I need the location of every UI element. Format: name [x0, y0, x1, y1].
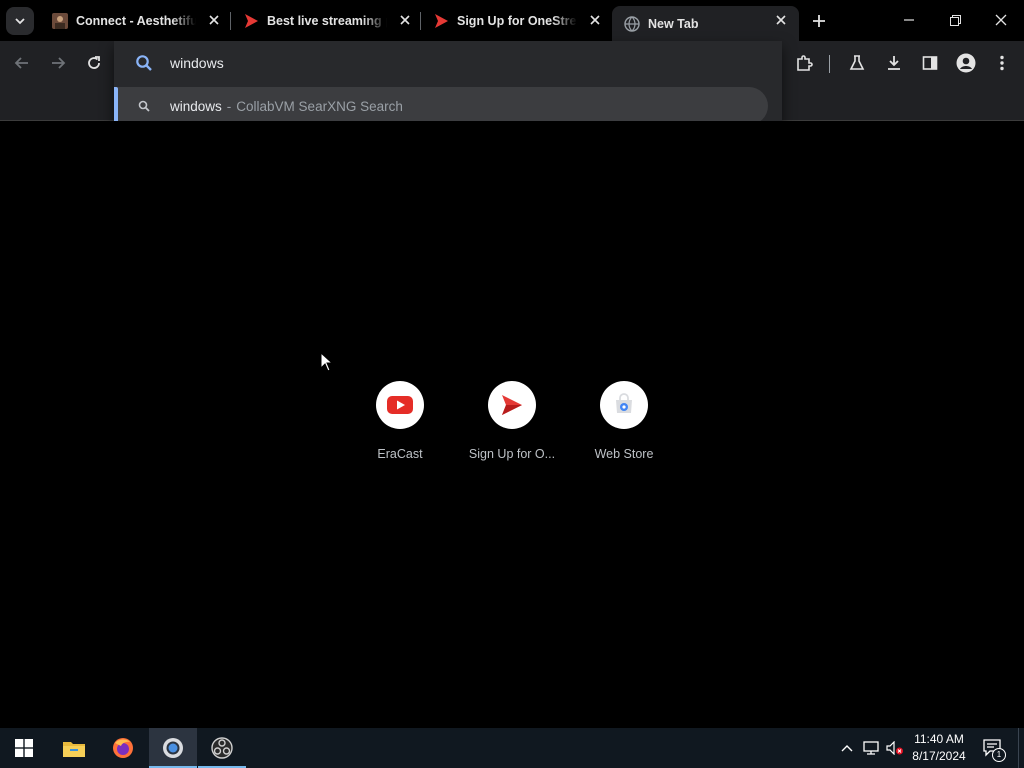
- restore-button[interactable]: [932, 0, 978, 40]
- volume-muted-icon: [886, 741, 903, 755]
- new-tab-page: EraCast Sign Up for O... Web Store: [0, 121, 1024, 728]
- shortcut-label: Web Store: [594, 447, 654, 461]
- volume-button[interactable]: [884, 728, 906, 768]
- omnibox-input[interactable]: [170, 55, 730, 71]
- back-button[interactable]: [8, 49, 36, 77]
- search-icon: [136, 98, 152, 114]
- show-hidden-icons-button[interactable]: [836, 728, 858, 768]
- chevron-down-icon: [15, 18, 25, 25]
- puzzle-piece-icon: [797, 55, 813, 71]
- tab-title: New Tab: [648, 16, 699, 31]
- selection-indicator: [114, 87, 118, 125]
- shortcut-label: EraCast: [377, 447, 423, 461]
- minimize-icon: [904, 19, 914, 21]
- tab-sign-up-onestream[interactable]: Sign Up for OneStream: [421, 0, 613, 41]
- profile-button[interactable]: [952, 49, 980, 77]
- close-icon: [995, 14, 1007, 26]
- chrome-icon: [163, 738, 183, 758]
- network-icon: [863, 741, 879, 755]
- profile-avatar-icon: [956, 53, 976, 73]
- toolbar-divider: [829, 55, 830, 73]
- clock-time: 11:40 AM: [914, 732, 964, 746]
- youtube-icon: [387, 396, 413, 414]
- forward-arrow-icon: [52, 57, 66, 69]
- side-panel-button[interactable]: [916, 49, 944, 77]
- suggestion-query: windows: [170, 98, 222, 114]
- close-tab-icon[interactable]: [587, 12, 603, 28]
- more-vertical-icon: [1000, 55, 1004, 71]
- menu-button[interactable]: [988, 49, 1016, 77]
- plus-icon: [813, 15, 825, 27]
- close-tab-icon[interactable]: [397, 12, 413, 28]
- network-button[interactable]: [860, 728, 882, 768]
- taskbar-clock[interactable]: 11:40 AM 8/17/2024: [906, 731, 972, 765]
- clock-date: 8/17/2024: [912, 749, 966, 763]
- side-panel-icon: [922, 56, 938, 70]
- action-center-button[interactable]: 1: [980, 728, 1006, 768]
- labs-button[interactable]: [843, 49, 871, 77]
- red-play-favicon-icon: [433, 13, 449, 29]
- file-explorer-button[interactable]: [50, 728, 98, 768]
- back-arrow-icon: [14, 57, 28, 69]
- mouse-cursor-icon: [320, 352, 334, 372]
- restore-icon: [949, 14, 961, 26]
- download-icon: [888, 56, 900, 70]
- obs-button[interactable]: [198, 728, 246, 768]
- tab-search-button[interactable]: [6, 7, 34, 35]
- flask-icon: [849, 55, 865, 70]
- tab-title: Best live streaming pl: [267, 13, 387, 28]
- close-tab-icon[interactable]: [206, 12, 222, 28]
- shortcut-web-store[interactable]: Web Store: [574, 381, 674, 461]
- search-icon: [134, 53, 154, 73]
- start-icon: [15, 739, 33, 757]
- tab-title: Sign Up for OneStream: [457, 13, 577, 28]
- tab-new-tab[interactable]: New Tab: [612, 6, 799, 41]
- firefox-button[interactable]: [99, 728, 147, 768]
- show-desktop-button[interactable]: [1018, 728, 1024, 768]
- globe-favicon-icon: [624, 15, 640, 32]
- avatar-favicon-icon: [52, 12, 68, 29]
- web-store-icon: [616, 393, 632, 413]
- downloads-button[interactable]: [880, 49, 908, 77]
- shortcut-icon-circle: [376, 381, 424, 429]
- taskbar: 11:40 AM 8/17/2024 1: [0, 728, 1024, 768]
- suggestion-engine: CollabVM SearXNG Search: [236, 98, 403, 114]
- tab-connect[interactable]: Connect - Aesthetiful: [40, 0, 232, 41]
- obs-icon: [211, 737, 233, 759]
- shortcut-eracast[interactable]: EraCast: [350, 381, 450, 461]
- firefox-icon: [113, 738, 133, 758]
- new-tab-button[interactable]: [806, 8, 832, 34]
- chrome-button[interactable]: [149, 728, 197, 768]
- forward-button[interactable]: [44, 49, 72, 77]
- reload-icon: [88, 56, 100, 69]
- start-button[interactable]: [0, 728, 48, 768]
- extensions-button[interactable]: [790, 49, 818, 77]
- shortcut-label: Sign Up for O...: [468, 447, 556, 461]
- chevron-up-icon: [841, 745, 853, 752]
- tab-strip: Connect - Aesthetiful Best live streamin…: [0, 0, 1024, 41]
- reload-button[interactable]: [80, 49, 108, 77]
- omnibox-popup: windows - CollabVM SearXNG Search: [114, 41, 782, 133]
- onestream-icon: [502, 395, 522, 415]
- close-tab-icon[interactable]: [773, 12, 789, 28]
- file-explorer-icon: [63, 742, 85, 757]
- close-window-button[interactable]: [978, 0, 1024, 40]
- omnibox-suggestion[interactable]: windows - CollabVM SearXNG Search: [114, 87, 768, 125]
- minimize-button[interactable]: [886, 0, 932, 40]
- suggestion-separator: -: [226, 98, 232, 114]
- notification-count: 1: [992, 748, 1006, 762]
- shortcut-sign-up-onestream[interactable]: Sign Up for O...: [462, 381, 562, 461]
- tab-best-live-streaming[interactable]: Best live streaming pl: [231, 0, 423, 41]
- omnibox[interactable]: [114, 41, 782, 85]
- shortcut-icon-circle: [488, 381, 536, 429]
- tab-title: Connect - Aesthetiful: [76, 13, 196, 28]
- red-play-favicon-icon: [243, 13, 259, 29]
- shortcut-icon-circle: [600, 381, 648, 429]
